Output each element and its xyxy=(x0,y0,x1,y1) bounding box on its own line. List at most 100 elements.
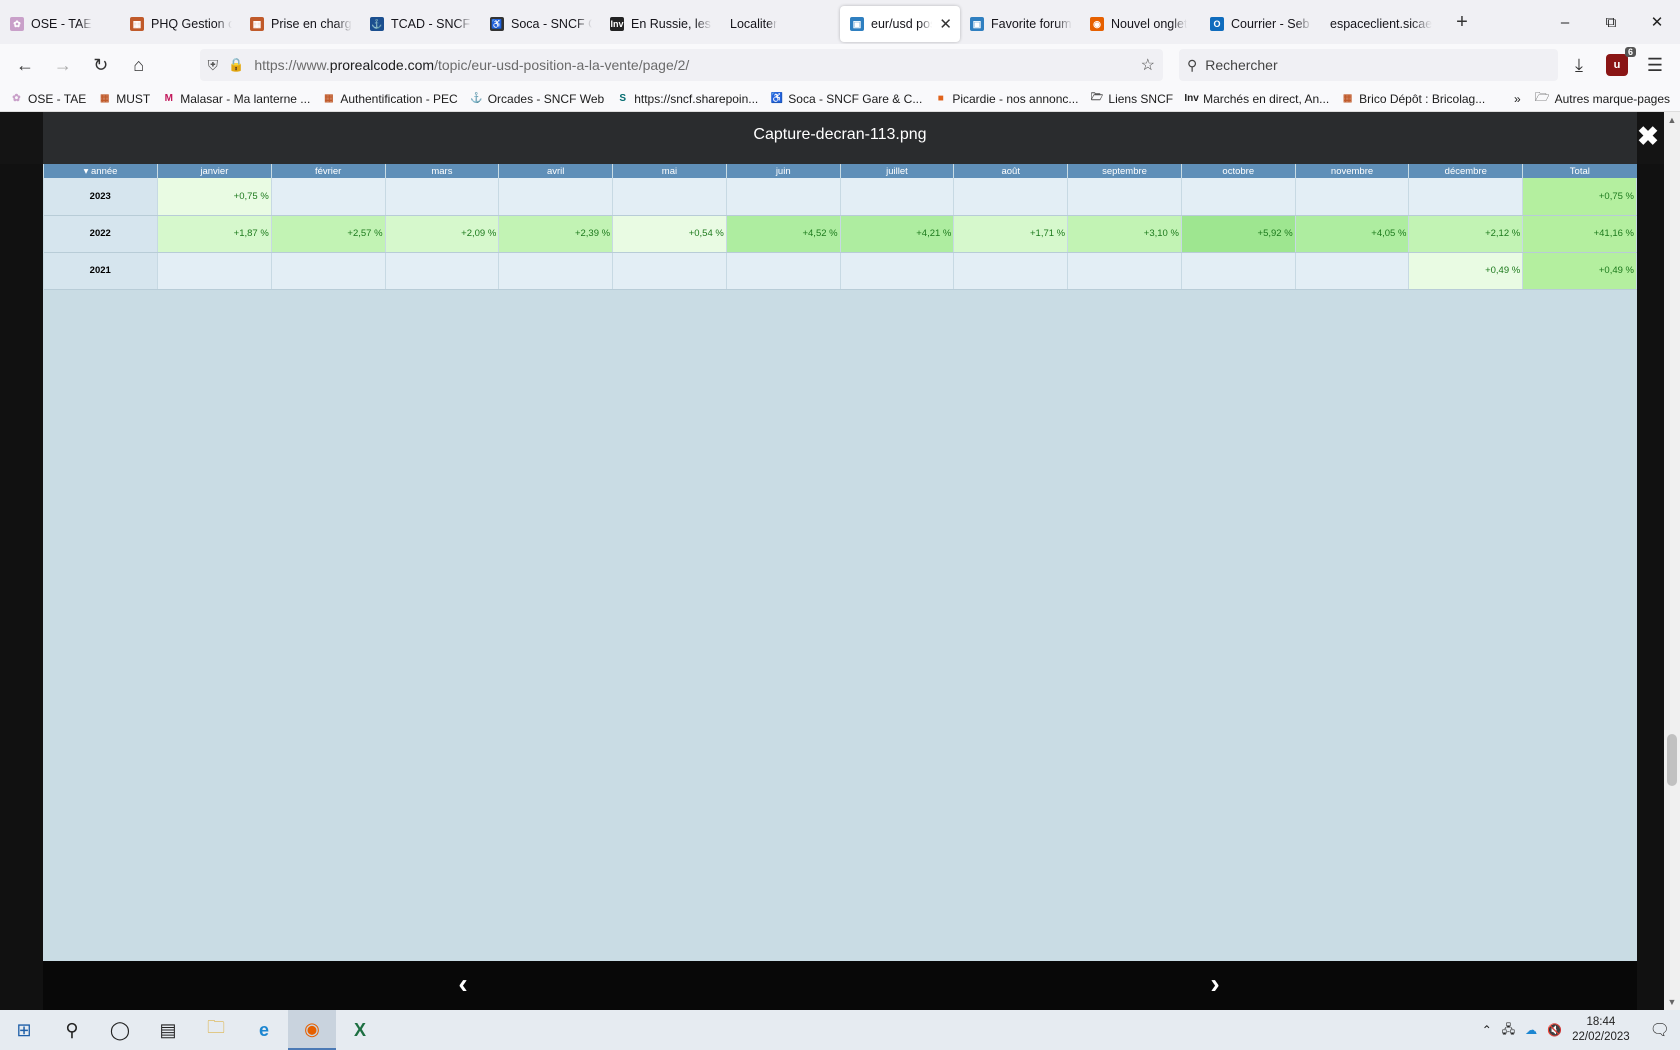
internet-explorer-icon[interactable]: e xyxy=(240,1010,288,1050)
bookmark-item[interactable]: ⚓ Orcades - SNCF Web xyxy=(470,92,604,106)
bookmark-item[interactable]: ▦ MUST xyxy=(98,92,150,106)
month-return-cell: +2,57 % xyxy=(271,215,386,253)
scroll-up-icon[interactable]: ▲ xyxy=(1664,112,1680,128)
clock[interactable]: 18:44 22/02/2023 xyxy=(1572,1015,1630,1045)
bookmark-label: https://sncf.sharepoin... xyxy=(634,91,759,106)
tab-3[interactable]: ⚓ TCAD - SNCF V xyxy=(360,6,480,42)
forward-icon[interactable]: → xyxy=(46,49,80,81)
next-arrow-icon[interactable]: › xyxy=(1200,969,1230,999)
toolbar-right: ⤓ u6 ☰ xyxy=(1562,47,1672,81)
tab-2[interactable]: ▦ Prise en charge xyxy=(240,6,360,42)
anchor-icon: ⚓ xyxy=(469,93,483,104)
bookmarks-overflow: » 🗁 Autres marque-pages xyxy=(1514,88,1670,109)
month-column-header: juin xyxy=(725,164,841,178)
back-icon[interactable]: ← xyxy=(8,49,42,81)
tab-0[interactable]: ✿ OSE - TAE xyxy=(0,6,120,42)
tab-7[interactable]: ▣ eur/usd posi ✕ xyxy=(840,6,960,42)
month-column-header: novembre xyxy=(1294,164,1409,178)
download-icon[interactable]: ⤓ xyxy=(1562,49,1596,81)
flower-icon: ✿ xyxy=(12,93,21,104)
bookmark-item[interactable]: 🗁 Liens SNCF xyxy=(1090,92,1173,106)
tab-4[interactable]: ♿ Soca - SNCF G xyxy=(480,6,600,42)
new-tab-button[interactable]: + xyxy=(1444,11,1480,34)
ublock-icon[interactable]: u6 xyxy=(1606,47,1636,76)
search-placeholder: Rechercher xyxy=(1205,57,1278,73)
tab-5[interactable]: Inv En Russie, les g xyxy=(600,6,720,42)
column-header-label: octobre xyxy=(1222,165,1255,177)
month-column-header: février xyxy=(270,164,386,178)
bookmark-star-icon[interactable]: ☆ xyxy=(1141,55,1155,75)
menu-icon[interactable]: ☰ xyxy=(1638,49,1672,81)
windows-start-icon[interactable]: ⊞ xyxy=(0,1010,48,1050)
column-header-label: mai xyxy=(661,165,678,177)
cortana-icon[interactable]: ◯ xyxy=(96,1010,144,1050)
tab-label: PHQ Gestion o xyxy=(151,17,232,31)
browser-tab-bar: ✿ OSE - TAE ▦ PHQ Gestion o ▦ Prise en charge… xyxy=(0,0,1680,44)
bookmark-item[interactable]: Inv Marchés en direct, An... xyxy=(1184,92,1329,106)
bookmark-item[interactable]: ♿ Soca - SNCF Gare & C... xyxy=(770,92,923,106)
tab-9[interactable]: ◉ Nouvel onglet xyxy=(1080,6,1200,42)
sort-down-icon[interactable]: ▾ xyxy=(84,166,91,177)
shield-icon[interactable]: ⛨ xyxy=(208,57,219,74)
tab-label: Localiter xyxy=(730,17,778,31)
tab-11[interactable]: espaceclient.sicae- xyxy=(1320,6,1440,42)
minimize-icon[interactable]: – xyxy=(1542,0,1588,44)
m-logo-icon: M xyxy=(164,93,173,104)
close-tab-icon[interactable]: ✕ xyxy=(939,15,952,33)
home-icon[interactable]: ⌂ xyxy=(122,49,156,81)
tab-10[interactable]: O Courrier - Seb I xyxy=(1200,6,1320,42)
search-icon[interactable]: ⚲ xyxy=(48,1010,96,1050)
other-bookmarks[interactable]: 🗁 Autres marque-pages xyxy=(1535,88,1670,109)
table-row: 2021 +0,49 % +0,49 % xyxy=(43,252,1637,290)
network-icon[interactable]: 🖧 xyxy=(1502,1020,1515,1041)
bookmark-item[interactable]: ■ Picardie - nos annonc... xyxy=(934,92,1079,106)
excel-icon[interactable]: X xyxy=(336,1010,384,1050)
tab-label: Prise en charge xyxy=(271,17,352,31)
bookmark-item[interactable]: ▦ Authentification - PEC xyxy=(322,92,458,106)
bookmark-item[interactable]: M Malasar - Ma lanterne ... xyxy=(162,92,311,106)
ublock-badge: 6 xyxy=(1624,47,1636,57)
bookmark-item[interactable]: Shttps://sncf.sharepoin... xyxy=(616,92,758,106)
notification-icon[interactable]: 🗨 xyxy=(1650,1020,1670,1040)
chevron-up-icon[interactable]: ⌃ xyxy=(1482,1023,1492,1037)
file-explorer-icon[interactable]: 🗀 xyxy=(192,1010,240,1050)
url-bar[interactable]: ⛨ 🔒 https://www.prorealcode.com/topic/eu… xyxy=(199,49,1163,81)
lock-icon[interactable]: 🔒 xyxy=(228,57,244,73)
task-view-icon[interactable]: ▤ xyxy=(144,1010,192,1050)
column-header-label: Total xyxy=(1569,165,1590,177)
chevron-double-right-icon[interactable]: » xyxy=(1514,92,1521,106)
month-return-cell xyxy=(1295,178,1410,216)
onedrive-icon[interactable]: ☁ xyxy=(1525,1023,1537,1037)
bookmark-item[interactable]: ✿ OSE - TAE xyxy=(10,92,86,106)
close-icon[interactable]: ✖ xyxy=(1634,122,1662,150)
table-body: 2023 +0,75 % +0,75 % 2022 +1,87 % +2,57 % +2,0… xyxy=(43,178,1637,290)
volume-muted-icon[interactable]: 🔇 xyxy=(1547,1023,1562,1037)
month-column-header: avril xyxy=(498,164,613,178)
close-window-icon[interactable]: ✕ xyxy=(1634,0,1680,44)
picardie-icon: ■ xyxy=(937,93,944,104)
page-scrollbar[interactable]: ▲ ▼ xyxy=(1664,112,1680,1010)
month-return-cell xyxy=(1067,252,1182,290)
tab-6[interactable]: Localiter xyxy=(720,6,840,42)
month-return-cell xyxy=(1408,178,1524,216)
tab-1[interactable]: ▦ PHQ Gestion o xyxy=(120,6,240,42)
column-header-label: février xyxy=(314,165,342,177)
clock-date: 22/02/2023 xyxy=(1572,1031,1630,1043)
tab-8[interactable]: ▣ Favorite forum xyxy=(960,6,1080,42)
reload-icon[interactable]: ↻ xyxy=(84,49,118,81)
year-column-header[interactable]: ▾ année xyxy=(43,164,158,178)
month-return-cell: +0,54 % xyxy=(612,215,727,253)
page-content: Capture-decran-113.png ✖ ▾ année janvier f… xyxy=(0,112,1680,1010)
scrollbar-thumb[interactable] xyxy=(1667,734,1677,786)
firefox-icon: ◉ xyxy=(1090,17,1104,31)
scroll-down-icon[interactable]: ▼ xyxy=(1664,994,1680,1010)
bookmark-item[interactable]: ▦ Brico Dépôt : Bricolag... xyxy=(1341,92,1485,106)
column-header-label: janvier xyxy=(200,165,229,177)
month-return-cell xyxy=(498,252,614,290)
restore-icon[interactable]: ⧉ xyxy=(1588,0,1634,44)
year-cell: 2022 xyxy=(43,215,158,253)
previous-arrow-icon[interactable]: ‹ xyxy=(448,969,478,999)
search-input[interactable]: ⚲ Rechercher xyxy=(1179,49,1558,81)
firefox-icon[interactable]: ◉ xyxy=(288,1010,336,1050)
lightbox-image: ▾ année janvier février mars avril mai juin jui… xyxy=(43,164,1637,961)
